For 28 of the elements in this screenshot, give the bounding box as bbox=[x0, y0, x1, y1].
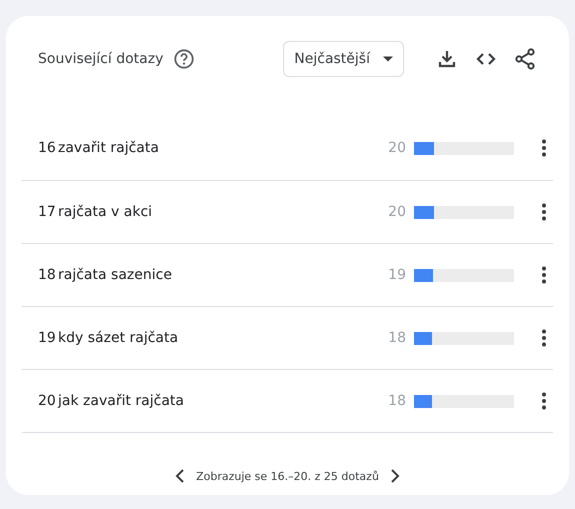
more-icon[interactable] bbox=[541, 392, 547, 410]
value-number: 18 bbox=[388, 393, 406, 409]
rank-number: 20 bbox=[38, 393, 57, 409]
caret-icon bbox=[383, 56, 393, 62]
rank-number: 19 bbox=[38, 330, 57, 346]
help-icon[interactable] bbox=[173, 48, 196, 70]
query-link[interactable]: rajčata sazenice bbox=[58, 267, 388, 283]
sort-dropdown[interactable]: Nejčastější bbox=[283, 41, 404, 77]
query-link[interactable]: kdy sázet rajčata bbox=[58, 330, 388, 346]
previous-icon[interactable] bbox=[175, 469, 186, 483]
more-icon[interactable] bbox=[541, 329, 547, 347]
query-link[interactable]: zavařit rajčata bbox=[58, 140, 388, 156]
query-link[interactable]: rajčata v akci bbox=[58, 204, 388, 220]
rank-number: 16 bbox=[38, 140, 57, 156]
value-number: 20 bbox=[388, 140, 406, 156]
rank-number: 18 bbox=[38, 267, 57, 283]
value-number: 19 bbox=[388, 267, 406, 283]
value-number: 18 bbox=[388, 330, 406, 346]
share-icon[interactable] bbox=[513, 47, 537, 71]
more-icon[interactable] bbox=[541, 266, 547, 284]
rank-number: 17 bbox=[38, 204, 57, 220]
pagination-text: Zobrazuje se 16.–20. z 25 dotazů bbox=[196, 470, 379, 482]
more-icon[interactable] bbox=[541, 139, 547, 157]
query-link[interactable]: jak zavařit rajčata bbox=[58, 393, 388, 409]
value-number: 20 bbox=[388, 204, 406, 220]
widget-title: Související dotazy bbox=[38, 51, 164, 67]
next-icon[interactable] bbox=[390, 469, 400, 483]
more-icon[interactable] bbox=[541, 203, 547, 221]
